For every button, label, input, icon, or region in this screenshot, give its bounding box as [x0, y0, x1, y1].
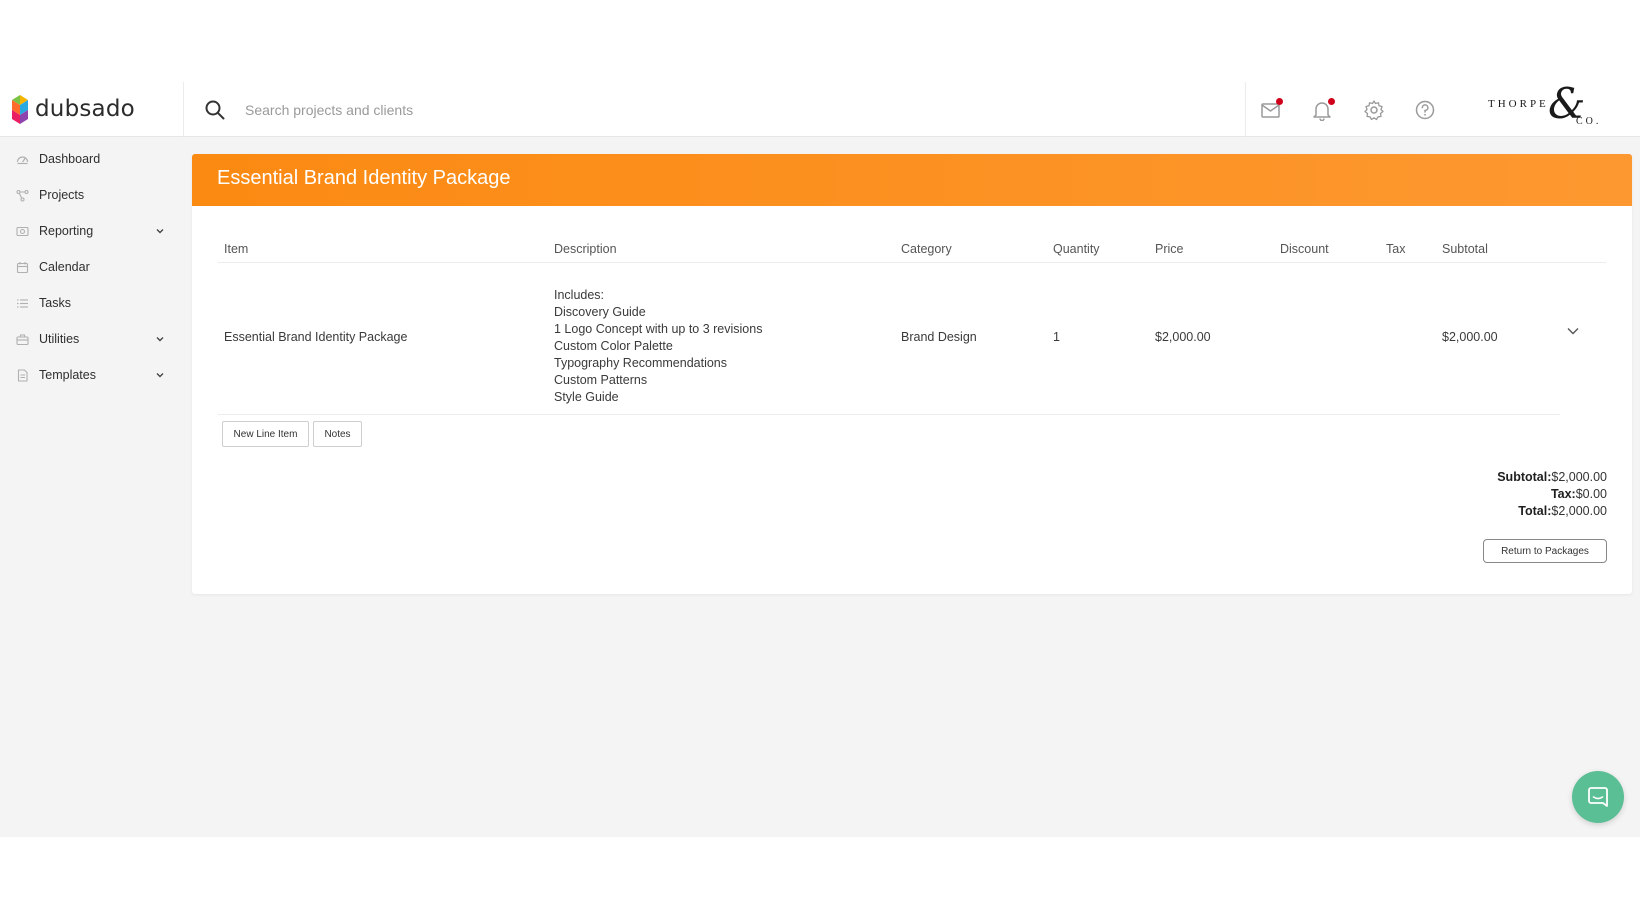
sidebar-item-reporting[interactable]: Reporting — [16, 219, 166, 243]
sidebar-item-label: Calendar — [39, 260, 90, 274]
totals-subtotal-label: Subtotal: — [1497, 470, 1552, 484]
dubsado-logo-icon — [12, 95, 28, 124]
sidebar-item-label: Reporting — [39, 224, 94, 238]
table-header-divider — [218, 262, 1606, 263]
totals-total-label: Total: — [1518, 504, 1552, 518]
sidebar-item-templates[interactable]: Templates — [16, 363, 166, 387]
dashboard-icon — [16, 155, 29, 164]
app-window: dubsado THORPE & — [0, 82, 1640, 837]
top-bar: dubsado THORPE & — [0, 82, 1640, 137]
sidebar-item-label: Utilities — [39, 332, 80, 346]
gear-icon[interactable] — [1363, 99, 1385, 121]
bell-notification-dot — [1328, 98, 1335, 105]
line-item-description-line: Includes: — [554, 288, 605, 302]
divider — [183, 82, 184, 137]
line-item-category: Brand Design — [901, 330, 977, 344]
search-icon[interactable] — [204, 99, 226, 121]
mail-notification-dot — [1276, 98, 1283, 105]
sidebar-item-dashboard[interactable]: Dashboard — [16, 147, 166, 171]
column-header-price: Price — [1155, 242, 1184, 256]
totals-tax: Tax:$0.00 — [1551, 487, 1607, 501]
line-item-subtotal: $2,000.00 — [1442, 330, 1498, 344]
package-header: Essential Brand Identity Package — [192, 154, 1632, 206]
chevron-down-icon[interactable] — [154, 333, 166, 345]
totals-subtotal: Subtotal:$2,000.00 — [1497, 470, 1607, 484]
projects-icon — [16, 189, 29, 202]
chat-launcher-button[interactable] — [1572, 771, 1624, 823]
brand-line-2: CO. — [1576, 116, 1602, 127]
line-item-name[interactable]: Essential Brand Identity Package — [224, 330, 407, 344]
totals-tax-label: Tax: — [1550, 487, 1576, 501]
column-header-subtotal: Subtotal — [1442, 242, 1488, 256]
chevron-down-icon[interactable] — [154, 369, 166, 381]
utilities-icon — [16, 333, 29, 345]
line-item-description-line: Typography Recommendations — [554, 356, 728, 370]
notes-button[interactable]: Notes — [313, 421, 362, 447]
expand-row-chevron-icon[interactable] — [1566, 324, 1580, 338]
sidebar-item-label: Templates — [39, 368, 96, 382]
sidebar-item-label: Dashboard — [39, 152, 101, 166]
package-card: Essential Brand Identity Package — [192, 154, 1632, 594]
templates-icon — [17, 368, 28, 382]
reporting-icon — [16, 226, 29, 236]
new-line-item-button[interactable]: New Line Item — [222, 421, 309, 447]
column-header-tax: Tax — [1386, 242, 1406, 256]
table-row-divider — [218, 414, 1560, 415]
sidebar-item-utilities[interactable]: Utilities — [16, 327, 166, 351]
tasks-icon — [17, 298, 28, 308]
sidebar-item-calendar[interactable]: Calendar — [16, 255, 166, 279]
column-header-discount: Discount — [1280, 242, 1329, 256]
line-item-description-line: Custom Color Palette — [554, 339, 673, 353]
line-item-description-line: Custom Patterns — [554, 373, 648, 387]
divider — [1245, 82, 1246, 137]
column-header-item: Item — [224, 242, 249, 256]
totals-total: Total:$2,000.00 — [1518, 504, 1607, 518]
sidebar-item-projects[interactable]: Projects — [16, 183, 166, 207]
totals-total-value: $2,000.00 — [1551, 504, 1607, 518]
sidebar-item-label: Projects — [39, 188, 85, 202]
line-item-quantity: 1 — [1053, 330, 1060, 344]
chevron-down-icon[interactable] — [154, 225, 166, 237]
logo-text: dubsado — [35, 96, 135, 122]
sidebar: Dashboard Projects Reporting Calendar Ta… — [0, 137, 183, 837]
company-brand-logo[interactable]: THORPE & CO. — [1488, 83, 1606, 131]
totals-subtotal-value: $2,000.00 — [1551, 470, 1607, 484]
column-header-category: Category — [901, 242, 952, 256]
column-header-description: Description — [554, 242, 617, 256]
line-item-description-line: Style Guide — [554, 390, 619, 404]
return-to-packages-button[interactable]: Return to Packages — [1483, 539, 1607, 563]
column-header-quantity: Quantity — [1053, 242, 1100, 256]
calendar-icon — [16, 261, 29, 273]
brand-line-1: THORPE — [1488, 98, 1549, 110]
package-title: Essential Brand Identity Package — [217, 167, 511, 189]
chat-icon — [1588, 787, 1608, 807]
totals-tax-value: $0.00 — [1575, 487, 1607, 501]
sidebar-item-label: Tasks — [39, 296, 71, 310]
sidebar-item-tasks[interactable]: Tasks — [16, 291, 166, 315]
line-item-price: $2,000.00 — [1155, 330, 1211, 344]
search-input[interactable] — [245, 96, 1145, 124]
line-item-description-line: Discovery Guide — [554, 305, 646, 319]
line-item-description-line: 1 Logo Concept with up to 3 revisions — [554, 322, 763, 336]
help-icon[interactable] — [1414, 99, 1436, 121]
dubsado-logo[interactable]: dubsado — [10, 92, 135, 126]
